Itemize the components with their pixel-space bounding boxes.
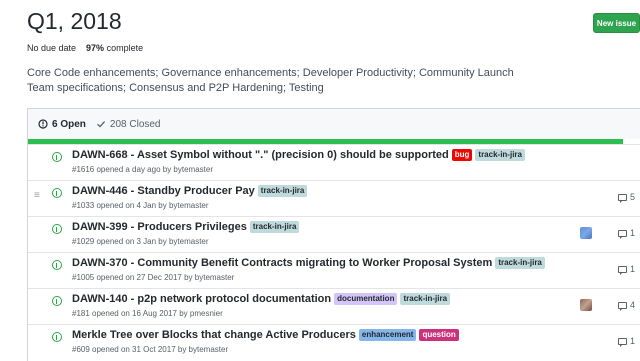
issue-opened-icon (52, 296, 62, 306)
tab-open[interactable]: 6 Open (38, 119, 86, 130)
comment-count[interactable]: 1 (618, 228, 636, 239)
issue-row[interactable]: Merkle Tree over Blocks that change Acti… (28, 324, 640, 360)
comment-icon (618, 229, 627, 239)
comment-count-value: 1 (630, 336, 636, 346)
issue-opened-icon (52, 188, 62, 198)
issues-header: 6 Open 208 Closed (28, 109, 640, 139)
issue-meta: #181 opened on 16 Aug 2017 by pmesnier (72, 309, 223, 318)
new-issue-button[interactable]: New issue (593, 13, 640, 33)
issue-meta: #609 opened on 31 Oct 2017 by bytemaster (72, 345, 229, 354)
issue-title-link[interactable]: Merkle Tree over Blocks that change Acti… (72, 329, 356, 341)
comment-count-value: 4 (630, 300, 636, 310)
issue-row[interactable]: ≡ DAWN-446 - Standby Producer Pay track-in… (28, 180, 640, 216)
issue-opened-icon (52, 152, 62, 162)
tab-open-label: 6 Open (52, 118, 86, 130)
issue-title: DAWN-668 - Asset Symbol without "." (pre… (72, 149, 525, 161)
comment-count[interactable]: 4 (618, 300, 636, 311)
comment-icon (618, 265, 627, 275)
issue-title: DAWN-140 - p2p network protocol document… (72, 293, 451, 305)
issue-title-link[interactable]: DAWN-668 - Asset Symbol without "." (pre… (72, 149, 449, 161)
label-enh[interactable]: enhancement (358, 329, 417, 341)
issue-row[interactable]: DAWN-399 - Producers Privileges track-in-… (28, 216, 640, 252)
comment-count-value: 1 (630, 228, 636, 238)
tab-closed-label: 208 Closed (109, 118, 161, 130)
issue-opened-icon (52, 224, 62, 234)
comment-icon (618, 193, 627, 203)
issue-meta: #1005 opened on 27 Dec 2017 by bytemaste… (72, 273, 235, 282)
milestone-meta: No due date 97% complete (27, 43, 143, 53)
issue-row[interactable]: DAWN-668 - Asset Symbol without "." (pre… (28, 144, 640, 180)
issue-title-link[interactable]: DAWN-370 - Community Benefit Contracts m… (72, 257, 492, 269)
issue-title-link[interactable]: DAWN-446 - Standby Producer Pay (72, 185, 255, 197)
check-icon (96, 121, 105, 128)
drag-handle-icon[interactable]: ≡ (34, 190, 40, 201)
milestone-title: Q1, 2018 (27, 8, 122, 34)
completion-label: complete (106, 43, 144, 53)
issue-meta: #1029 opened on 3 Jan by bytemaster (72, 237, 209, 246)
issue-opened-icon (52, 260, 62, 270)
completion-percent: 97% (86, 43, 105, 53)
issue-title-link[interactable]: DAWN-140 - p2p network protocol document… (72, 293, 331, 305)
issue-meta: #1033 opened on 4 Jan by bytemaster (72, 201, 209, 210)
issue-row[interactable]: DAWN-140 - p2p network protocol document… (28, 288, 640, 324)
milestone-description: Core Code enhancements; Governance enhan… (27, 67, 514, 94)
issue-title: Merkle Tree over Blocks that change Acti… (72, 329, 459, 341)
issue-title: DAWN-399 - Producers Privileges track-in-… (72, 221, 300, 233)
issue-title: DAWN-370 - Community Benefit Contracts m… (72, 257, 545, 269)
comment-count[interactable]: 5 (618, 192, 636, 203)
comment-count[interactable]: 1 (618, 264, 636, 275)
label-jira[interactable]: track-in-jira (495, 257, 545, 269)
label-jira[interactable]: track-in-jira (249, 221, 300, 233)
label-bug[interactable]: bug (451, 149, 473, 161)
issue-meta: #1616 opened a day ago by bytemaster (72, 165, 213, 174)
label-jira[interactable]: track-in-jira (400, 293, 451, 305)
comment-icon (618, 337, 627, 347)
assignee-avatar[interactable] (580, 299, 592, 311)
label-jira[interactable]: track-in-jira (475, 149, 525, 161)
comment-count-value: 1 (630, 264, 636, 274)
label-doc[interactable]: documentation (334, 293, 398, 305)
comment-count[interactable]: 1 (618, 336, 636, 347)
label-q[interactable]: question (419, 329, 459, 341)
comment-icon (618, 301, 627, 311)
issues-box: 6 Open 208 Closed DAWN-668 - Asset Symbo… (27, 108, 640, 361)
issue-row[interactable]: DAWN-370 - Community Benefit Contracts m… (28, 252, 640, 288)
tab-closed[interactable]: 208 Closed (96, 119, 161, 130)
comment-count-value: 5 (630, 192, 636, 202)
due-date: No due date (27, 43, 77, 53)
label-jira[interactable]: track-in-jira (257, 185, 308, 197)
issue-title-link[interactable]: DAWN-399 - Producers Privileges (72, 221, 247, 233)
issue-opened-icon (38, 119, 48, 129)
completion: 97% complete (86, 43, 143, 53)
issue-title: DAWN-446 - Standby Producer Pay track-in-… (72, 185, 308, 197)
issue-opened-icon (52, 332, 62, 342)
assignee-avatar[interactable] (580, 227, 592, 239)
